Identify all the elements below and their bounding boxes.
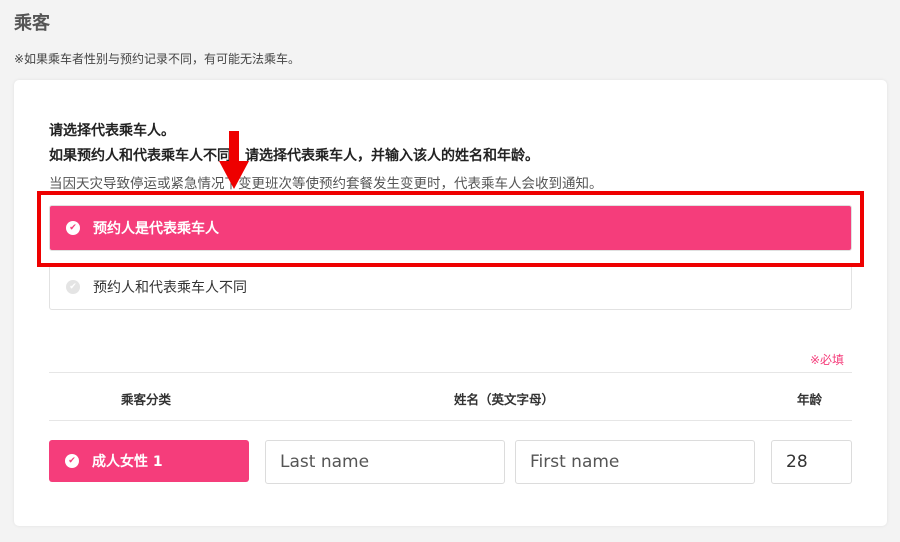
category-label: 成人女性 1	[92, 454, 163, 470]
table-divider-top	[49, 372, 852, 373]
header-age: 年龄	[797, 392, 823, 407]
instruction-line-1: 请选择代表乘车人。	[49, 123, 175, 139]
gender-notice: ※如果乘车者性别与预约记录不同，有可能无法乘车。	[14, 52, 301, 66]
header-name: 姓名（英文字母）	[454, 392, 555, 407]
check-icon: ✔	[66, 280, 80, 294]
passenger-category-badge: ✔ 成人女性 1	[49, 440, 249, 482]
last-name-input[interactable]	[265, 440, 505, 484]
instruction-line-2: 如果预约人和代表乘车人不同，请选择代表乘车人，并输入该人的姓名和年龄。	[49, 148, 539, 164]
page: 乘客 ※如果乘车者性别与预约记录不同，有可能无法乘车。 请选择代表乘车人。 如果…	[0, 0, 900, 542]
table-divider-bottom	[49, 420, 852, 421]
option-booker-differs[interactable]: ✔ 预约人和代表乘车人不同	[49, 265, 852, 310]
check-icon: ✔	[65, 454, 79, 468]
option-label: 预约人和代表乘车人不同	[93, 280, 247, 296]
annotation-highlight-box	[37, 191, 864, 267]
section-title: 乘客	[14, 13, 50, 34]
age-input[interactable]	[771, 440, 852, 484]
annotation-arrow-icon	[219, 131, 249, 189]
instruction-line-3: 当因天灾导致停运或紧急情况下变更班次等使预约套餐发生变更时，代表乘车人会收到通知…	[49, 176, 603, 192]
first-name-input[interactable]	[515, 440, 755, 484]
required-label: ※必填	[810, 353, 845, 367]
header-passenger-category: 乘客分类	[121, 392, 172, 407]
